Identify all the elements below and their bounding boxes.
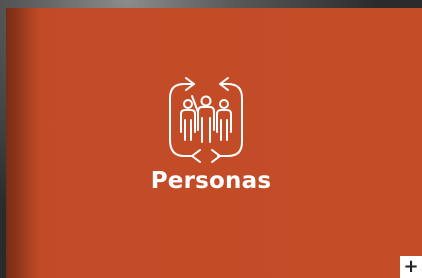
card-title: Personas	[150, 168, 272, 194]
category-card-container: Personas +	[0, 0, 422, 278]
people-cycle-icon	[164, 74, 248, 166]
expand-button[interactable]: +	[400, 256, 422, 278]
plus-icon: +	[403, 256, 419, 277]
personas-card[interactable]: Personas	[6, 8, 422, 278]
